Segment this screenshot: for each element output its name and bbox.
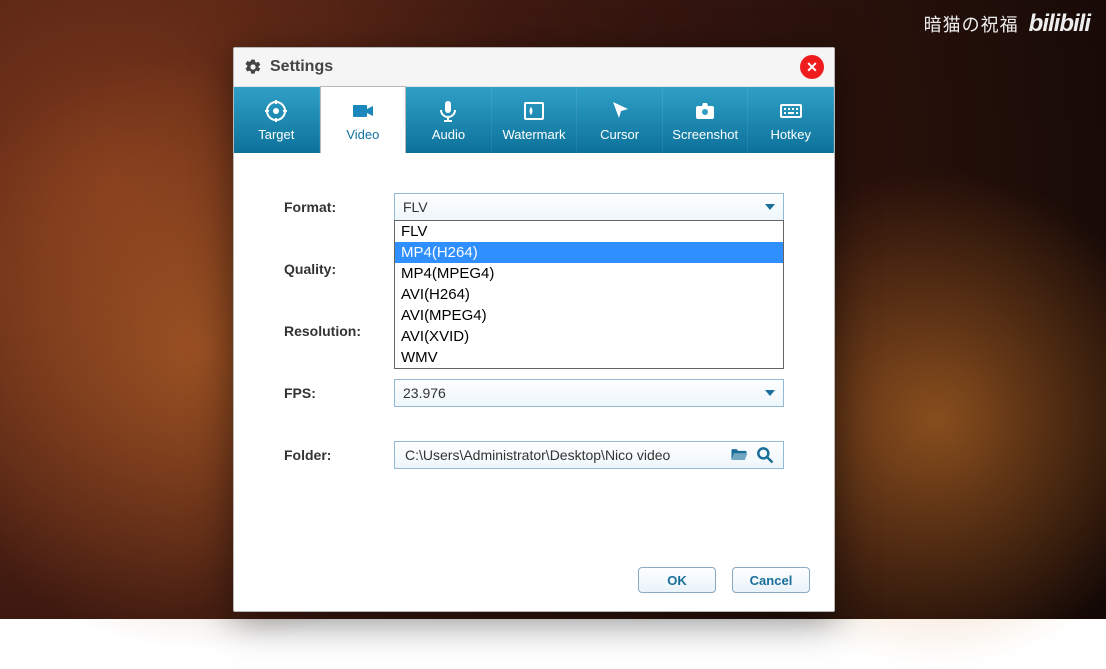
close-icon: ✕ xyxy=(806,59,818,76)
titlebar: Settings ✕ xyxy=(234,48,834,87)
row-folder: Folder: xyxy=(284,441,784,469)
tab-audio[interactable]: Audio xyxy=(406,87,492,153)
row-fps: FPS: 23.976 xyxy=(284,379,784,407)
video-icon xyxy=(351,99,375,123)
format-option[interactable]: MP4(H264) xyxy=(395,242,783,263)
camera-icon xyxy=(693,99,717,123)
row-format: Format: FLV xyxy=(284,193,784,221)
settings-dialog: Settings ✕ Target Video Audio Watermark … xyxy=(233,47,835,612)
label-resolution: Resolution: xyxy=(284,323,394,339)
folder-input[interactable] xyxy=(403,446,723,464)
gear-icon xyxy=(244,58,262,76)
folder-pathbox xyxy=(394,441,784,469)
dialog-body: Format: FLV Quality: Resolution: Origina… xyxy=(234,153,834,553)
tab-label: Screenshot xyxy=(672,127,738,142)
format-option[interactable]: AVI(MPEG4) xyxy=(395,305,783,326)
bilibili-logo: bilibili xyxy=(1029,10,1090,38)
tab-video[interactable]: Video xyxy=(320,86,407,153)
open-folder-button[interactable] xyxy=(729,445,749,465)
browse-button[interactable] xyxy=(755,445,775,465)
tab-label: Hotkey xyxy=(771,127,811,142)
tab-label: Video xyxy=(346,127,379,142)
format-value: FLV xyxy=(403,199,765,215)
fps-combo[interactable]: 23.976 xyxy=(394,379,784,407)
chevron-down-icon xyxy=(765,390,775,396)
tab-label: Cursor xyxy=(600,127,639,142)
tabs: Target Video Audio Watermark Cursor Scre… xyxy=(234,87,834,153)
tab-label: Audio xyxy=(432,127,465,142)
format-combo[interactable]: FLV xyxy=(394,193,784,221)
search-icon xyxy=(755,445,775,465)
cancel-button[interactable]: Cancel xyxy=(732,567,810,593)
video-credit-overlay: 暗猫の祝福 bilibili xyxy=(924,10,1090,38)
ok-button[interactable]: OK xyxy=(638,567,716,593)
label-fps: FPS: xyxy=(284,385,394,401)
format-option[interactable]: AVI(H264) xyxy=(395,284,783,305)
microphone-icon xyxy=(436,99,460,123)
tab-screenshot[interactable]: Screenshot xyxy=(663,87,749,153)
close-button[interactable]: ✕ xyxy=(800,55,824,79)
format-option[interactable]: WMV xyxy=(395,347,783,368)
cursor-icon xyxy=(608,99,632,123)
label-quality: Quality: xyxy=(284,261,394,277)
format-dropdown-list[interactable]: FLV MP4(H264) MP4(MPEG4) AVI(H264) AVI(M… xyxy=(394,220,784,369)
chevron-down-icon xyxy=(765,204,775,210)
format-option[interactable]: AVI(XVID) xyxy=(395,326,783,347)
tab-watermark[interactable]: Watermark xyxy=(492,87,578,153)
format-option[interactable]: MP4(MPEG4) xyxy=(395,263,783,284)
tab-cursor[interactable]: Cursor xyxy=(577,87,663,153)
tab-hotkey[interactable]: Hotkey xyxy=(748,87,834,153)
format-option[interactable]: FLV xyxy=(395,221,783,242)
tab-label: Target xyxy=(258,127,294,142)
tab-label: Watermark xyxy=(502,127,565,142)
fps-value: 23.976 xyxy=(403,385,765,401)
dialog-title: Settings xyxy=(270,58,333,76)
folder-open-icon xyxy=(729,445,749,465)
watermark-icon xyxy=(522,99,546,123)
keyboard-icon xyxy=(779,99,803,123)
credit-text: 暗猫の祝福 xyxy=(924,11,1019,37)
dialog-footer: OK Cancel xyxy=(234,553,834,611)
label-format: Format: xyxy=(284,199,394,215)
label-folder: Folder: xyxy=(284,447,394,463)
target-icon xyxy=(264,99,288,123)
tab-target[interactable]: Target xyxy=(234,87,320,153)
